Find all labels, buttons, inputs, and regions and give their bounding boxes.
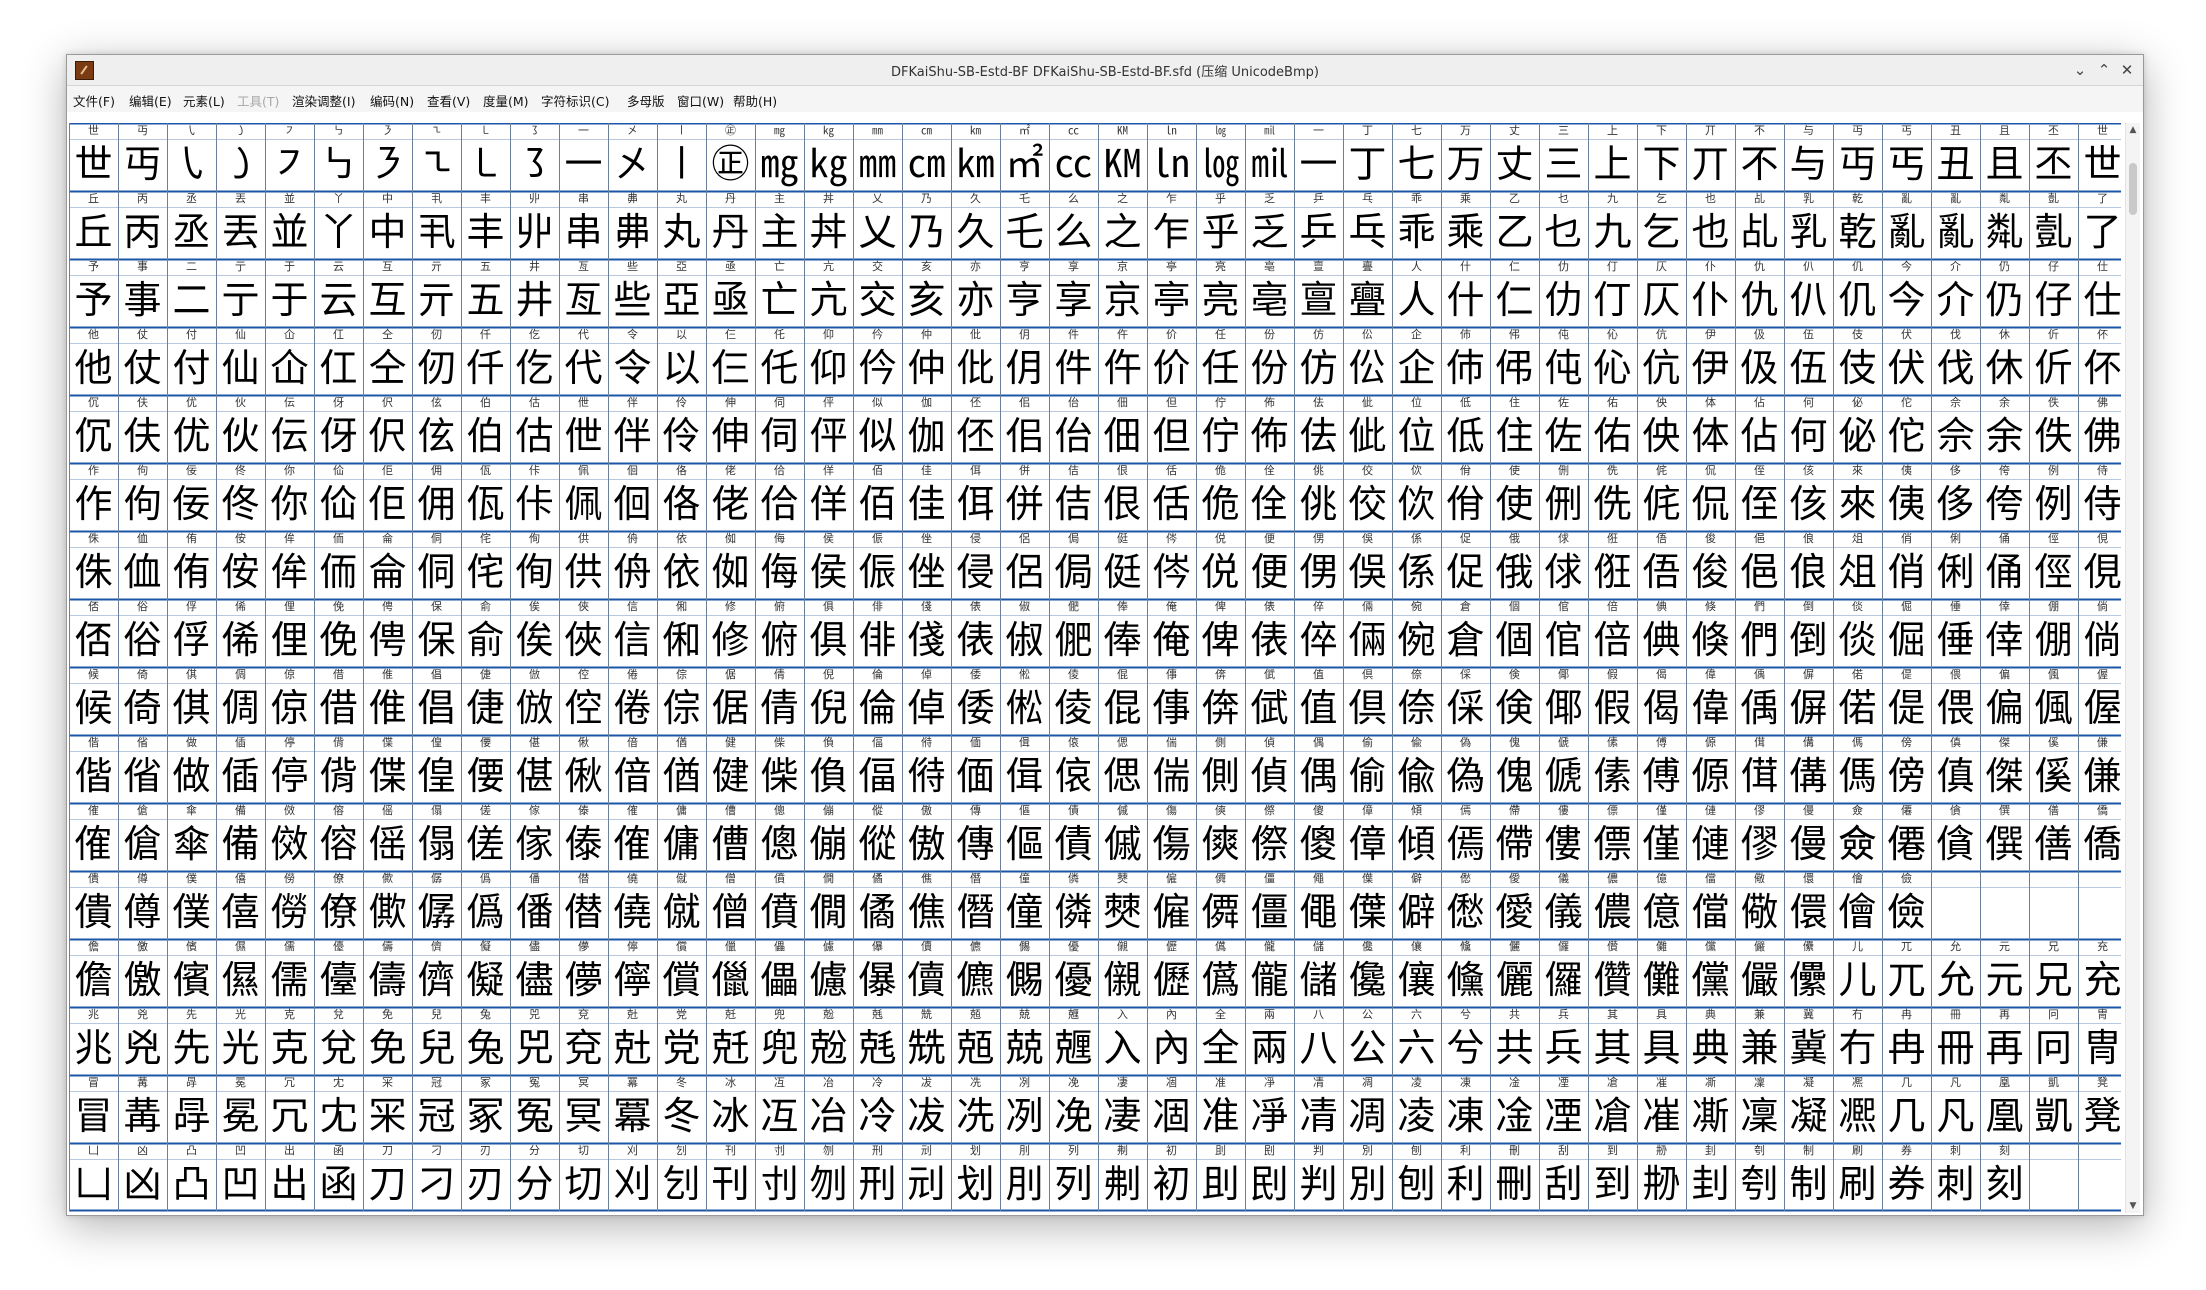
menu-encoding[interactable]: 编码(N) (370, 91, 414, 110)
scrollbar-thumb[interactable] (2129, 163, 2137, 215)
glyph-grid[interactable]: 世世丏丏㇂㇂㇁㇁㇇㇇㇉㇉㇋㇋㇍㇍㇄㇄㇌㇌一一㐅㐅㇑㇑㊣㊣㎎㎎㎏㎏㎜㎜㎝㎝㎞㎞㎡㎡… (69, 123, 2121, 1213)
menu-window[interactable]: 窗口(W) (677, 91, 724, 110)
close-icon[interactable]: ✕ (2116, 59, 2138, 81)
fontforge-window: DFKaiShu-SB-Estd-BF DFKaiShu-SB-Estd-BF.… (66, 54, 2144, 1216)
scroll-down-icon[interactable]: ▼ (2128, 1201, 2138, 1211)
menu-help[interactable]: 帮助(H) (733, 91, 777, 110)
menu-mm[interactable]: 多母版 (627, 91, 665, 110)
fontforge-app-icon (75, 61, 94, 80)
menu-hints[interactable]: 渲染调整(I) (292, 91, 355, 110)
menu-element[interactable]: 元素(L) (183, 91, 225, 110)
maximize-icon[interactable]: ⌃ (2093, 59, 2115, 81)
vertical-scrollbar[interactable]: ▲ ▼ (2125, 123, 2140, 1213)
window-title: DFKaiShu-SB-Estd-BF DFKaiShu-SB-Estd-BF.… (891, 65, 1319, 80)
minimize-icon[interactable]: ⌄ (2069, 59, 2091, 81)
menu-bar: 文件(F) 编辑(E) 元素(L) 工具(T) 渲染调整(I) 编码(N) 查看… (67, 86, 2143, 112)
menu-view[interactable]: 查看(V) (427, 91, 470, 110)
scroll-up-icon[interactable]: ▲ (2128, 125, 2138, 135)
title-bar[interactable]: DFKaiShu-SB-Estd-BF DFKaiShu-SB-Estd-BF.… (67, 55, 2143, 86)
menu-tools[interactable]: 工具(T) (237, 91, 279, 110)
menu-file[interactable]: 文件(F) (73, 91, 115, 110)
menu-cid[interactable]: 字符标识(C) (541, 91, 609, 110)
menu-metrics[interactable]: 度量(M) (483, 91, 529, 110)
menu-edit[interactable]: 编辑(E) (129, 91, 172, 110)
grid-lines (69, 123, 2121, 1212)
